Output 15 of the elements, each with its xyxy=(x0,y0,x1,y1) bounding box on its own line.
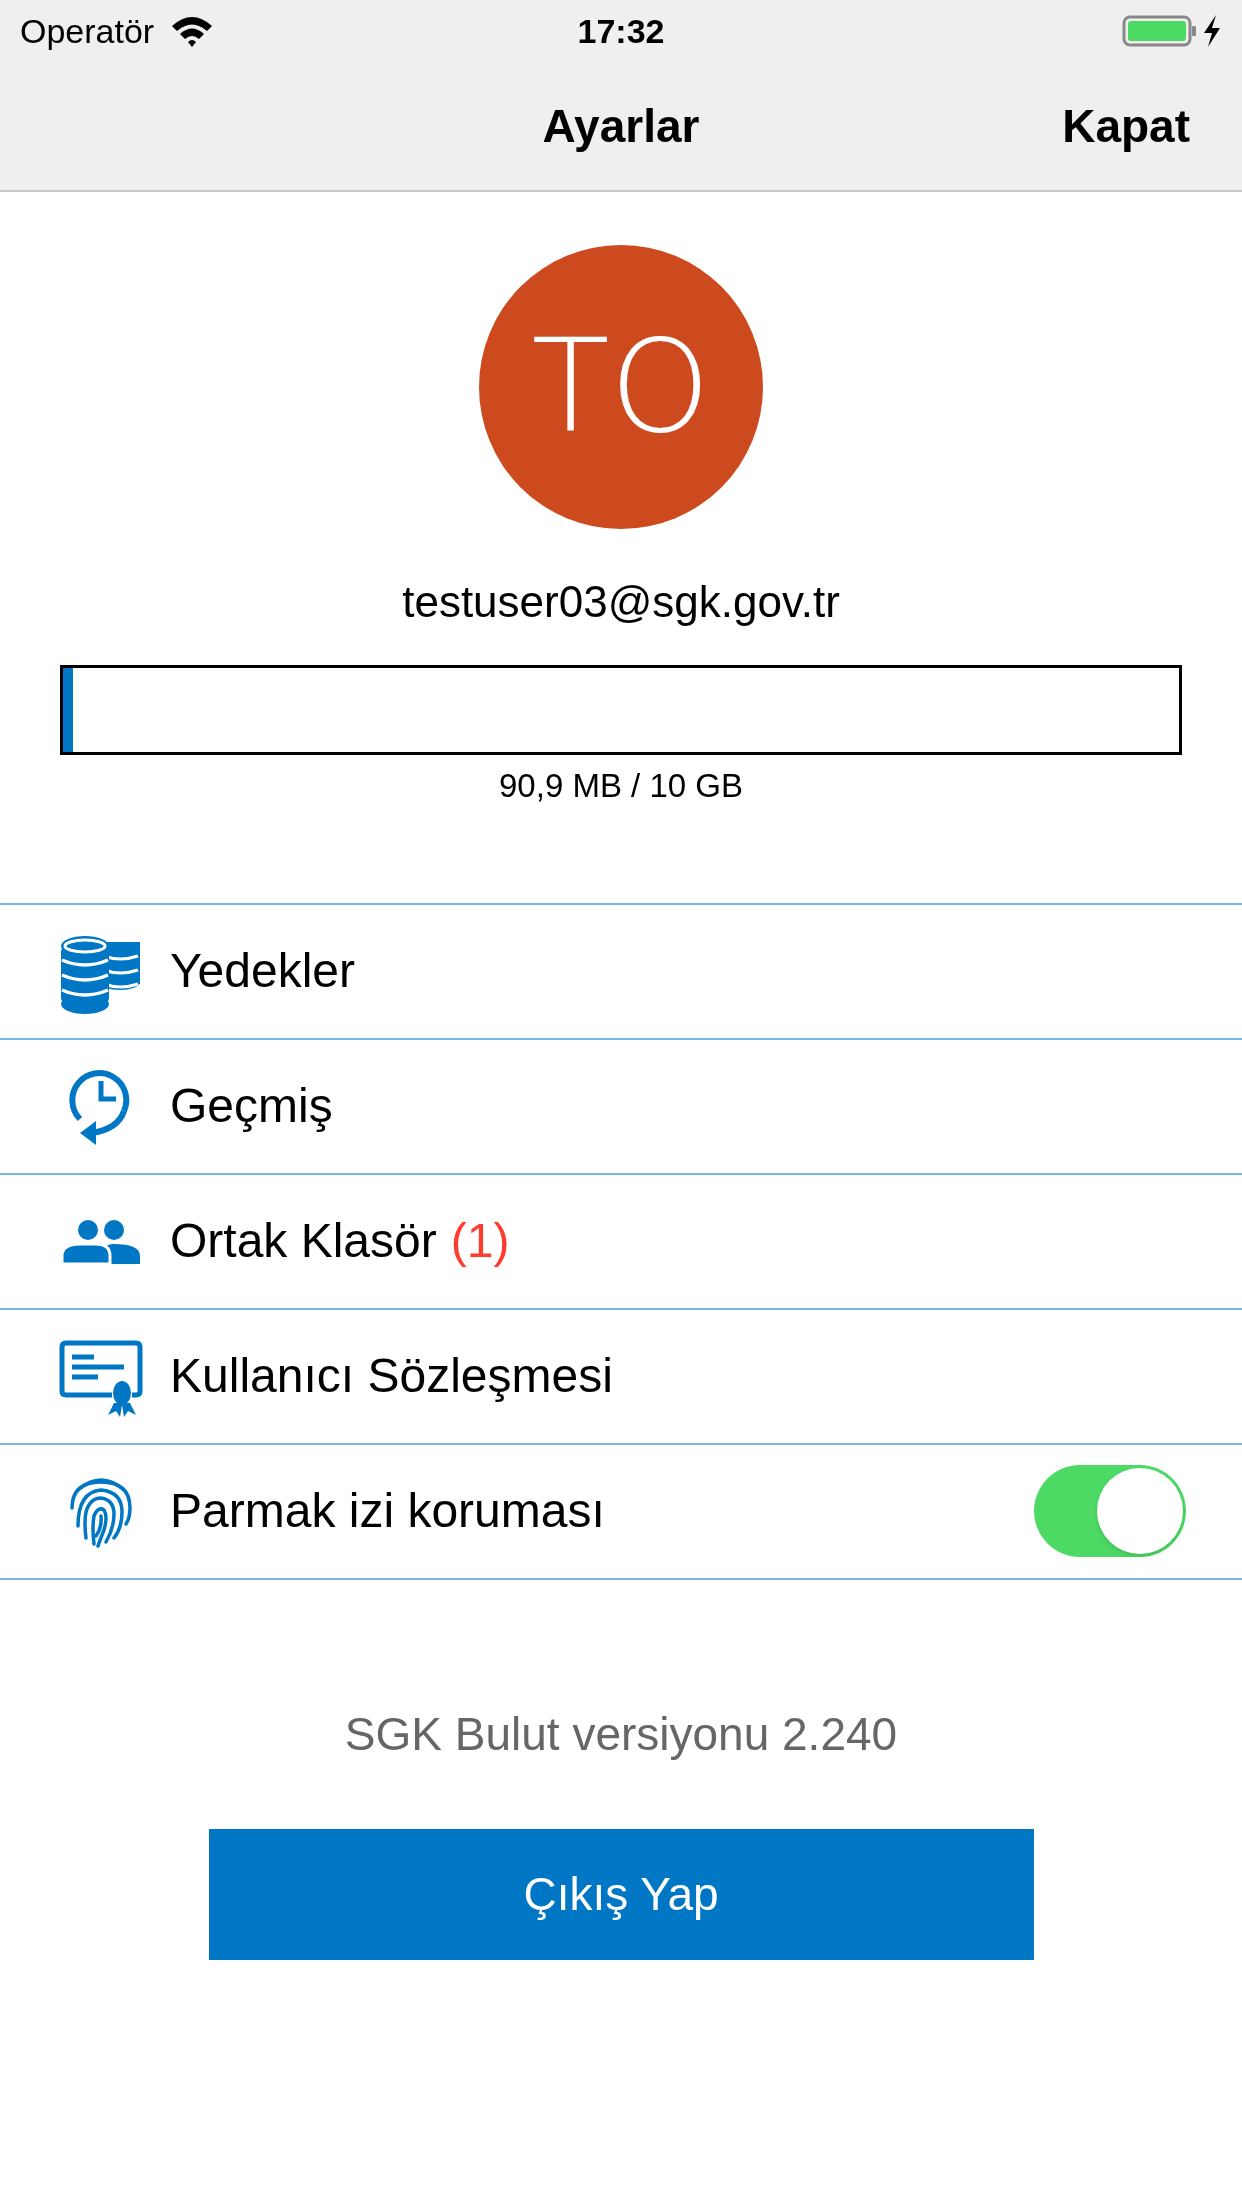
email-text: testuser03@sgk.gov.tr xyxy=(402,576,840,628)
menu-label: Kullanıcı Sözleşmesi xyxy=(170,1348,613,1404)
clock-text: 17:32 xyxy=(577,10,665,52)
storage-reading: 90,9 MB / 10 GB xyxy=(499,766,743,806)
logout-button[interactable]: Çıkış Yap xyxy=(208,1828,1034,1960)
count-text: (1) xyxy=(450,1213,510,1269)
menu-label: Parmak izi koruması xyxy=(170,1483,605,1539)
version-text: SGK Bulut versiyonu 2.240 xyxy=(344,1706,898,1762)
avatar: TO xyxy=(479,245,763,529)
menu-label: Geçmiş xyxy=(170,1078,333,1134)
menu-label: Ortak Klasör xyxy=(170,1213,437,1269)
close-button[interactable]: Kapat xyxy=(1062,91,1190,161)
menu-label: Yedekler xyxy=(170,943,356,999)
carrier-text: Operatör xyxy=(20,10,155,52)
screen-title: Ayarlar xyxy=(542,98,700,154)
